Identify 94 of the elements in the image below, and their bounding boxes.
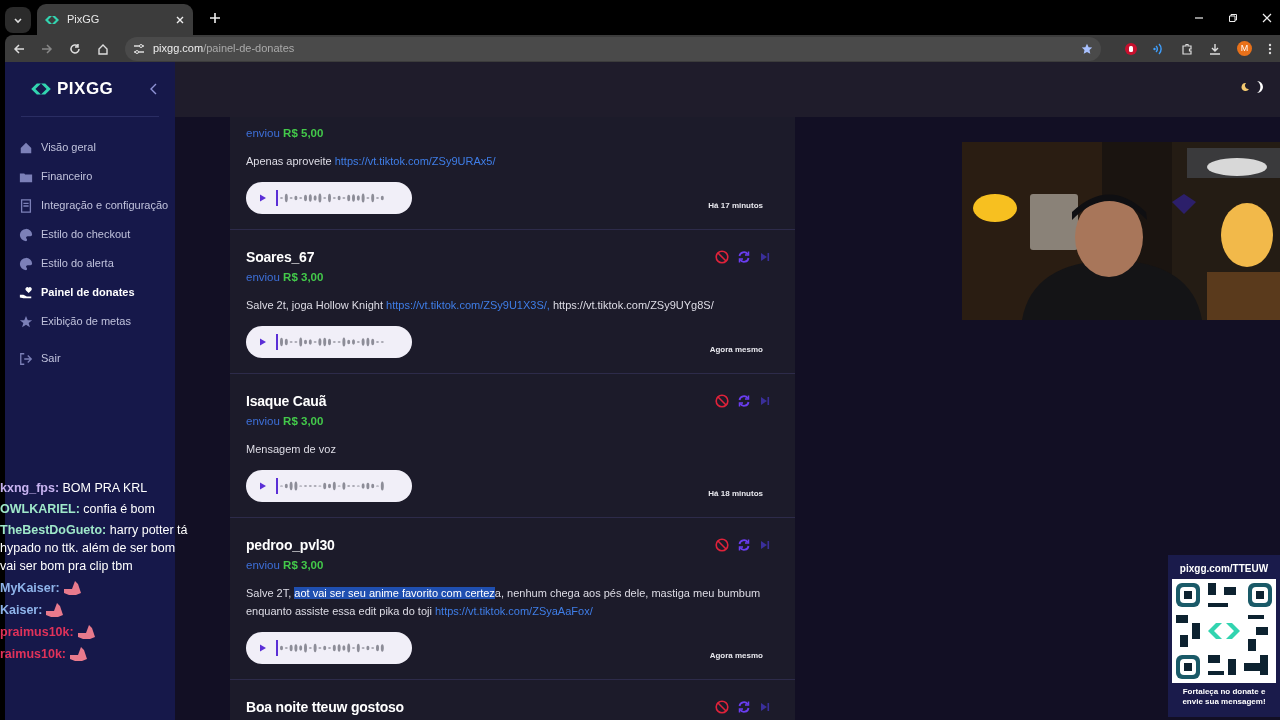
chat-message: TheBestDoGueto: harry potter tá hypado no ttk. além de ser bom vai ser bom pra clip tbm — [0, 522, 189, 575]
sound-waves-icon[interactable] — [1153, 42, 1165, 55]
palette-icon — [19, 256, 33, 271]
hand-heart-icon — [19, 285, 33, 300]
donation-amount: R$ 3,00 — [283, 559, 324, 571]
moon-icon — [1240, 82, 1250, 92]
donation-message: Salve 2T, aot vai ser seu anime favorito com certeza, nenhum chega aos pés dele, mastiga meu bumbum enquanto assiste essa edit pika do toji https://vt.tiktok.com/ZSyaAaFox/ — [246, 586, 762, 619]
close-icon[interactable] — [175, 14, 185, 25]
donation-time: Agora mesmo — [709, 344, 763, 356]
message-link[interactable]: https://vt.tiktok.com/ZSy9URAx5/ — [334, 155, 496, 167]
qr-code-icon — [1172, 579, 1276, 683]
sidebar-item[interactable]: Painel de donates — [5, 278, 175, 307]
url-text: pixgg.com/painel-de-donates — [153, 41, 295, 57]
donation-amount: R$ 3,00 — [283, 271, 324, 283]
home-icon — [19, 140, 33, 155]
play-icon[interactable] — [258, 193, 268, 203]
block-icon[interactable] — [715, 250, 729, 264]
donor-name: Isaque Cauã — [246, 392, 327, 411]
audio-player[interactable] — [246, 326, 412, 358]
tab-title: PixGG — [67, 12, 101, 28]
chat-message: OWLKARIEL: confia é bom — [0, 501, 156, 518]
restore-icon[interactable] — [1228, 12, 1238, 23]
donation-amount: R$ 3,00 — [283, 415, 324, 427]
logout-icon — [19, 351, 33, 366]
home-icon[interactable] — [97, 42, 109, 55]
palette-icon — [19, 227, 33, 242]
message-link[interactable]: https://vt.tiktok.com/ZSyaAaFox/ — [434, 605, 593, 617]
document-icon — [19, 198, 33, 213]
sidebar-item[interactable]: Estilo do checkout — [5, 220, 175, 249]
sent-label: enviou — [246, 559, 280, 571]
sidebar-item[interactable]: Visão geral — [5, 133, 175, 162]
play-icon[interactable] — [258, 337, 268, 347]
logo-icon — [45, 14, 59, 25]
sent-label: enviou — [246, 127, 280, 139]
sent-label: enviou — [246, 415, 280, 427]
replay-icon[interactable] — [737, 394, 751, 408]
collapse-icon[interactable] — [149, 82, 159, 96]
donation-time: Há 18 minutos — [708, 488, 763, 500]
sent-label: enviou — [246, 271, 280, 283]
sidebar-item[interactable]: Integração e configuração — [5, 191, 175, 220]
emote-icon — [69, 644, 89, 662]
chat-username: Kaiser: — [0, 603, 43, 617]
emote-icon — [62, 578, 83, 596]
pixgg-logo[interactable]: PIXGG — [21, 76, 114, 102]
donor-name: Soares_67 — [246, 248, 315, 267]
message-link[interactable]: https://vt.tiktok.com/ZSy9U1X3S/, — [386, 299, 550, 311]
extensions-icon[interactable] — [1181, 42, 1193, 55]
star-icon[interactable] — [1081, 42, 1093, 55]
block-icon[interactable] — [715, 538, 729, 552]
reload-icon[interactable] — [69, 42, 81, 55]
donation-amount: R$ 5,00 — [283, 127, 324, 139]
donation-message: Mensagem de voz — [246, 442, 337, 457]
sidebar-item[interactable]: Exibição de metas — [5, 307, 175, 336]
replay-icon[interactable] — [737, 700, 751, 714]
play-icon[interactable] — [258, 643, 268, 653]
donate-caption: Fortaleça no donate e envie sua mensagem! — [1181, 687, 1267, 707]
back-icon[interactable] — [13, 42, 25, 55]
logo-icon — [29, 82, 53, 96]
sidebar-item[interactable]: Financeiro — [5, 162, 175, 191]
play-icon[interactable] — [258, 481, 268, 491]
sidebar-item[interactable]: Estilo do alerta — [5, 249, 175, 278]
address-bar[interactable]: pixgg.com/painel-de-donates — [125, 36, 1101, 61]
menu-icon[interactable] — [1268, 42, 1272, 55]
emote-icon — [76, 622, 97, 640]
logo-text: PIXGG — [57, 78, 114, 101]
block-icon[interactable] — [715, 700, 729, 714]
donation-time: Agora mesmo — [709, 650, 763, 662]
download-icon[interactable] — [1209, 42, 1221, 55]
browser-tab[interactable]: PixGG — [37, 4, 193, 35]
donor-name: pedroo_pvl30 — [246, 536, 335, 555]
star-icon — [19, 314, 33, 329]
close-icon[interactable] — [1262, 12, 1272, 23]
sidebar-item[interactable]: Sair — [5, 344, 175, 373]
replay-icon[interactable] — [737, 250, 751, 264]
chat-username: raimus10k: — [0, 647, 66, 661]
new-tab-icon[interactable] — [209, 11, 221, 24]
donation-time: Há 17 minutos — [708, 200, 763, 212]
audio-player[interactable] — [246, 470, 412, 502]
chat-username: praimus10k: — [0, 625, 74, 639]
audio-player[interactable] — [246, 182, 412, 214]
theme-toggle[interactable] — [1240, 80, 1266, 94]
donation-message: Salve 2t, joga Hollow Knight https://vt.tiktok.com/ZSy9U1X3S/, https://vt.tiktok.com/ZSy9UYg8S/ — [246, 298, 715, 313]
chat-message: kxng_fps: BOM PRA KRL — [0, 480, 149, 497]
donor-name: Boa noite tteuw gostoso — [246, 698, 404, 717]
donation-message: Apenas aproveite https://vt.tiktok.com/ZSy9URAx5/ — [246, 154, 497, 169]
emote-icon — [45, 600, 66, 618]
chat-username: MyKaiser: — [0, 581, 60, 595]
forward-icon[interactable] — [41, 42, 53, 55]
block-icon[interactable] — [715, 394, 729, 408]
audio-player[interactable] — [246, 632, 412, 664]
site-settings-icon[interactable] — [133, 42, 145, 55]
donate-url: pixgg.com/TTEUW — [1179, 562, 1269, 576]
tab-list-button[interactable] — [5, 6, 31, 33]
replay-icon[interactable] — [737, 538, 751, 552]
